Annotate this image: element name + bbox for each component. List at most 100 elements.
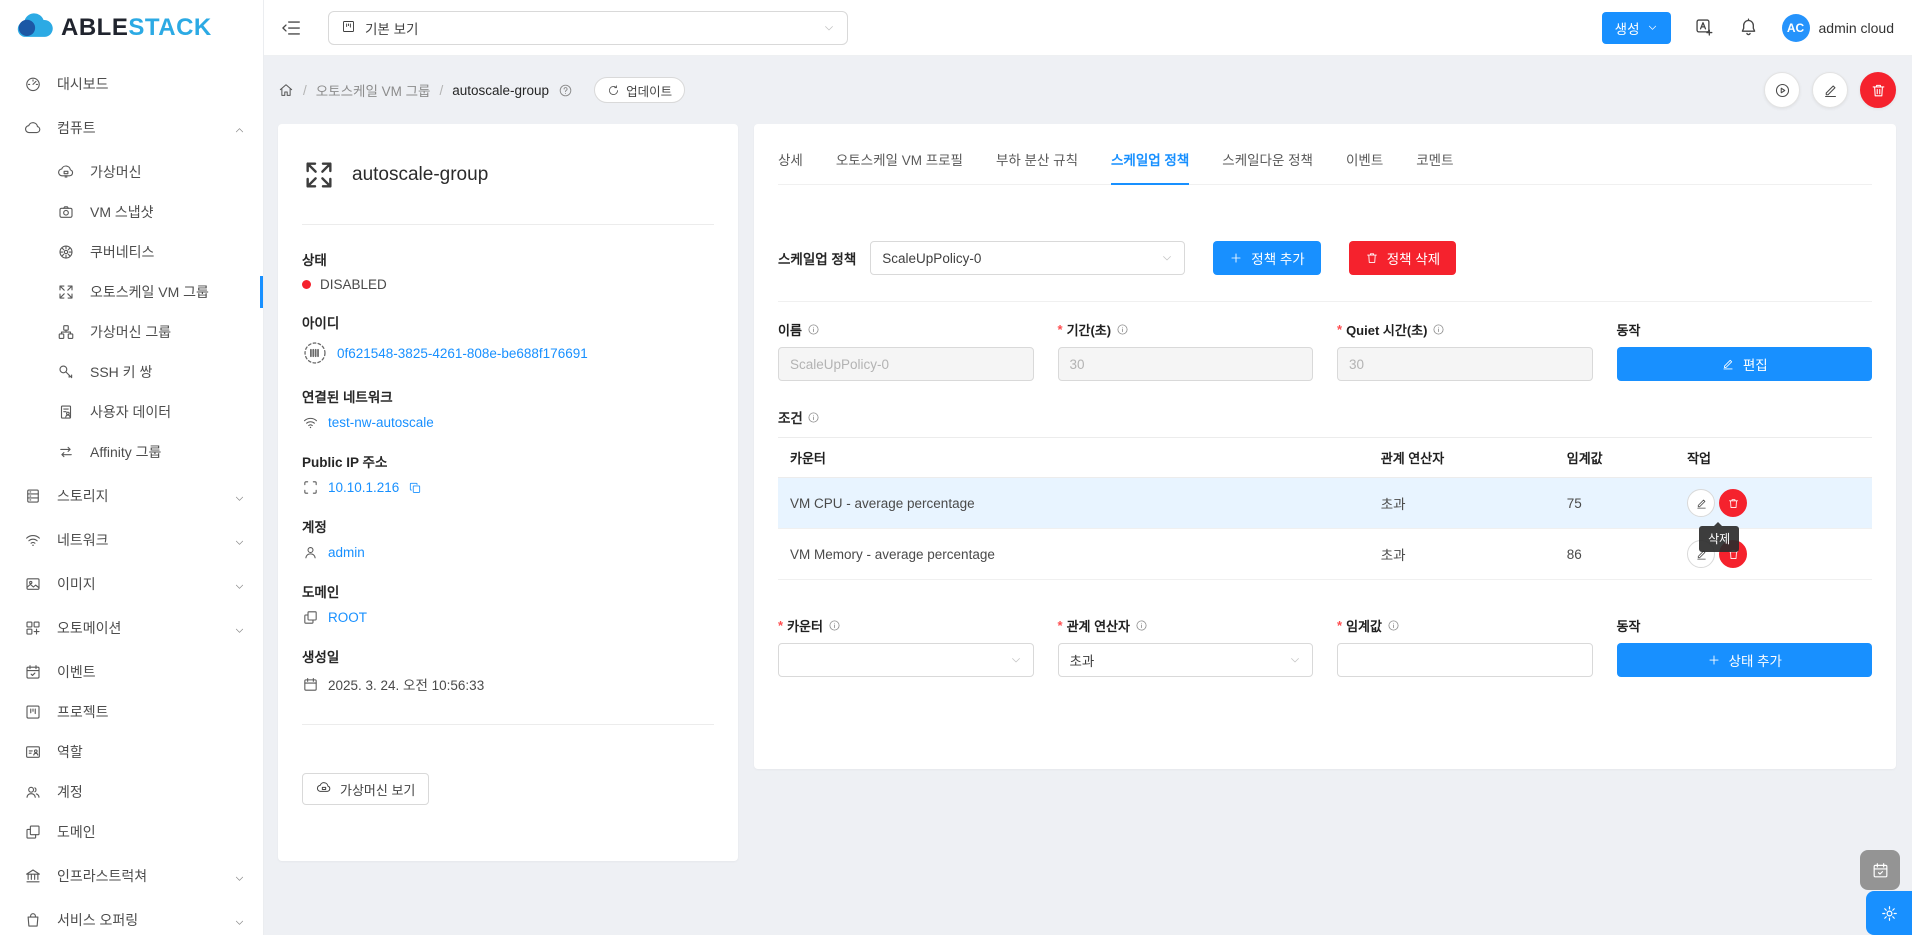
counter-select[interactable] bbox=[778, 643, 1034, 677]
info-circle-icon[interactable] bbox=[807, 323, 820, 336]
settings-fab[interactable] bbox=[1866, 891, 1912, 935]
sidebar-item-network[interactable]: 네트워크 bbox=[0, 520, 263, 560]
edit-policy-button[interactable]: 편집 bbox=[1616, 347, 1872, 381]
view-vm-button[interactable]: 가상머신 보기 bbox=[302, 773, 430, 805]
required-mark: * bbox=[1057, 322, 1063, 337]
status-value: DISABLED bbox=[320, 277, 387, 292]
sidebar-item-service-offerings[interactable]: 서비스 오퍼링 bbox=[0, 900, 263, 935]
app-logo[interactable]: ABLESTACK bbox=[0, 0, 263, 56]
delete-condition-button[interactable] bbox=[1719, 489, 1748, 517]
user-menu[interactable]: AC admin cloud bbox=[1781, 13, 1894, 42]
sidebar-item-domains[interactable]: 도메인 bbox=[0, 812, 263, 852]
sidebar-item-vm-group[interactable]: 가상머신 그룹 bbox=[0, 312, 263, 352]
info-circle-icon[interactable] bbox=[1135, 619, 1148, 632]
block-icon bbox=[302, 609, 319, 626]
breadcrumb-parent[interactable]: 오토스케일 VM 그룹 bbox=[316, 80, 431, 100]
tab-scaledown-policy[interactable]: 스케일다운 정책 bbox=[1222, 149, 1313, 184]
sidebar-item-user-data[interactable]: 사용자 데이터 bbox=[0, 392, 263, 432]
plus-icon bbox=[1231, 253, 1241, 263]
sidebar-item-kubernetes[interactable]: 쿠버네티스 bbox=[0, 232, 263, 272]
chevron-down-icon bbox=[234, 535, 245, 546]
sidebar-item-images[interactable]: 이미지 bbox=[0, 564, 263, 604]
sidebar-item-infrastructure[interactable]: 인프라스트럭쳐 bbox=[0, 856, 263, 896]
add-policy-button[interactable]: 정책 추가 bbox=[1213, 241, 1321, 275]
sidebar-item-storage[interactable]: 스토리지 bbox=[0, 476, 263, 516]
calendar-icon bbox=[302, 676, 319, 693]
delete-policy-button[interactable]: 정책 삭제 bbox=[1348, 241, 1457, 275]
sidebar-item-events[interactable]: 이벤트 bbox=[0, 652, 263, 692]
counter-label: 카운터 bbox=[787, 619, 823, 634]
sidebar-menu: 대시보드 컴퓨트 가상머신 VM 스냅샷 쿠버네티스 오토스케일 VM 그룹 가… bbox=[0, 56, 263, 935]
sidebar-item-autoscale-vm-group[interactable]: 오토스케일 VM 그룹 bbox=[0, 272, 263, 312]
info-circle-icon[interactable] bbox=[1432, 323, 1445, 336]
tab-load-balancing-rules[interactable]: 부하 분산 규칙 bbox=[996, 149, 1078, 184]
policy-label: 스케일업 정책 bbox=[778, 252, 857, 267]
translate-icon[interactable] bbox=[1694, 17, 1715, 38]
chevron-down-icon bbox=[234, 915, 245, 926]
duration-input[interactable] bbox=[1057, 347, 1313, 381]
sidebar-item-compute[interactable]: 컴퓨트 bbox=[0, 108, 263, 148]
vm-cloud-icon bbox=[316, 780, 332, 799]
threshold-input[interactable] bbox=[1337, 643, 1593, 677]
domain-link[interactable]: ROOT bbox=[328, 610, 367, 625]
threshold-cell: 86 bbox=[1554, 528, 1676, 580]
delete-button[interactable] bbox=[1860, 72, 1896, 108]
network-link[interactable]: test-nw-autoscale bbox=[328, 415, 434, 430]
table-row[interactable]: VM CPU - average percentage 초과 75 bbox=[778, 477, 1872, 529]
sidebar-item-accounts[interactable]: 계정 bbox=[0, 772, 263, 812]
update-button[interactable]: 업데이트 bbox=[594, 77, 686, 103]
sidebar-item-ssh-key-pairs[interactable]: SSH 키 쌍 bbox=[0, 352, 263, 392]
gear-icon bbox=[1881, 905, 1897, 921]
tab-details[interactable]: 상세 bbox=[778, 149, 803, 184]
block-icon bbox=[24, 823, 42, 841]
column-action: 작업 bbox=[1675, 437, 1872, 478]
menu-fold-icon[interactable] bbox=[280, 17, 302, 39]
question-circle-icon[interactable] bbox=[558, 83, 573, 98]
user-document-icon bbox=[57, 403, 75, 421]
tab-autoscale-vm-profile[interactable]: 오토스케일 VM 프로필 bbox=[836, 149, 963, 184]
tab-comments[interactable]: 코멘트 bbox=[1416, 149, 1453, 184]
table-row[interactable]: VM Memory - average percentage 초과 86 삭제 bbox=[778, 522, 1872, 580]
tab-events[interactable]: 이벤트 bbox=[1346, 149, 1383, 184]
sidebar-item-affinity-groups[interactable]: Affinity 그룹 bbox=[0, 432, 263, 472]
avatar: AC bbox=[1781, 13, 1810, 42]
operator-select[interactable]: 초과 bbox=[1057, 643, 1313, 677]
edit-condition-button[interactable] bbox=[1687, 489, 1716, 517]
copy-icon[interactable] bbox=[408, 481, 422, 495]
sidebar-item-virtual-machines[interactable]: 가상머신 bbox=[0, 152, 263, 192]
operator-select-value: 초과 bbox=[1069, 654, 1095, 669]
wifi-icon bbox=[24, 531, 42, 549]
sidebar-item-vm-snapshot[interactable]: VM 스냅샷 bbox=[0, 192, 263, 232]
event-log-fab[interactable] bbox=[1860, 850, 1900, 890]
tab-scaleup-policy[interactable]: 스케일업 정책 bbox=[1111, 149, 1190, 185]
created-field: 생성일 2025. 3. 24. 오전 10:56:33 bbox=[302, 650, 485, 693]
start-button[interactable] bbox=[1764, 72, 1800, 108]
team-icon bbox=[24, 783, 42, 801]
info-circle-icon[interactable] bbox=[807, 411, 820, 424]
quiet-time-input[interactable] bbox=[1337, 347, 1593, 381]
sidebar-item-automation[interactable]: 오토메이션 bbox=[0, 608, 263, 648]
edit-button[interactable] bbox=[1812, 72, 1848, 108]
home-icon[interactable] bbox=[278, 82, 294, 98]
add-condition-button[interactable]: 상태 추가 bbox=[1616, 643, 1872, 677]
breadcrumb-row: / 오토스케일 VM 그룹 / autoscale-group 업데이트 bbox=[264, 56, 1912, 124]
sidebar-item-dashboard[interactable]: 대시보드 bbox=[0, 64, 263, 104]
camera-icon bbox=[57, 203, 75, 221]
public-ip-field: Public IP 주소 10.10.1.216 bbox=[302, 451, 714, 496]
sidebar-item-roles[interactable]: 역할 bbox=[0, 732, 263, 772]
policy-select[interactable]: ScaleUpPolicy-0 bbox=[870, 241, 1186, 275]
resource-id-link[interactable]: 0f621548-3825-4261-808e-be688f176691 bbox=[337, 346, 588, 361]
public-ip-link[interactable]: 10.10.1.216 bbox=[328, 480, 399, 495]
key-icon bbox=[57, 363, 75, 381]
info-circle-icon[interactable] bbox=[1116, 323, 1129, 336]
policy-name-input[interactable] bbox=[778, 347, 1034, 381]
sidebar-item-projects[interactable]: 프로젝트 bbox=[0, 692, 263, 732]
divider bbox=[302, 224, 714, 225]
info-circle-icon[interactable] bbox=[828, 619, 841, 632]
account-link[interactable]: admin bbox=[328, 545, 365, 560]
notifications-bell-icon[interactable] bbox=[1738, 17, 1759, 38]
info-circle-icon[interactable] bbox=[1387, 619, 1400, 632]
view-select[interactable]: 기본 보기 bbox=[328, 10, 848, 45]
create-button[interactable]: 생성 bbox=[1601, 11, 1671, 44]
created-value: 2025. 3. 24. 오전 10:56:33 bbox=[328, 678, 485, 693]
